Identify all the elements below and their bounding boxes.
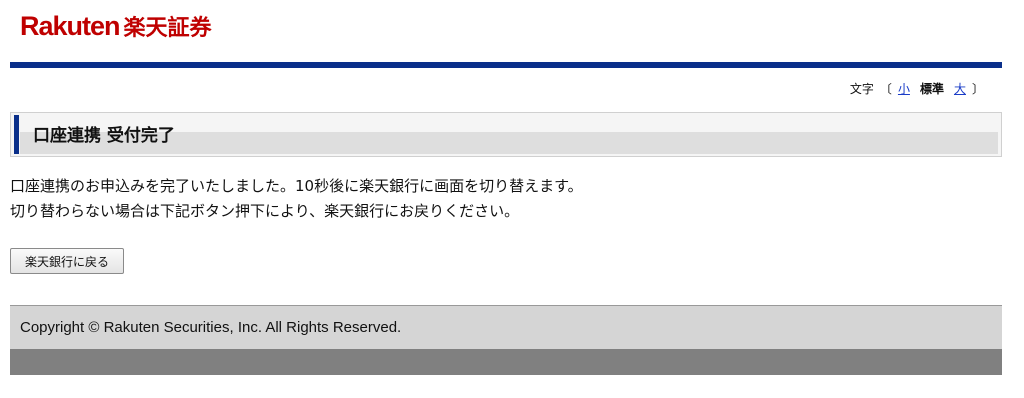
header: Rakuten 楽天証券 bbox=[20, 10, 212, 50]
page-title: 口座連携 受付完了 bbox=[33, 126, 175, 146]
page-heading-box: 口座連携 受付完了 bbox=[10, 112, 1002, 157]
font-size-selector: 文字 〔 小 標準 大 〕 bbox=[850, 80, 990, 97]
bracket-close: 〕 bbox=[971, 82, 984, 96]
completion-message: 口座連携のお申込みを完了いたしました。10秒後に楽天銀行に画面を切り替えます。 … bbox=[10, 174, 583, 224]
font-size-large-link[interactable]: 大 bbox=[954, 80, 966, 97]
copyright-text: Copyright © Rakuten Securities, Inc. All… bbox=[10, 306, 1002, 349]
font-size-standard: 標準 bbox=[919, 82, 944, 96]
rakuten-securities-logo[interactable]: Rakuten 楽天証券 bbox=[20, 10, 212, 42]
message-line-1: 口座連携のお申込みを完了いたしました。10秒後に楽天銀行に画面を切り替えます。 bbox=[10, 177, 583, 195]
logo-text-ja: 楽天証券 bbox=[123, 16, 212, 41]
header-divider-bar bbox=[10, 62, 1002, 68]
back-to-rakuten-bank-button[interactable]: 楽天銀行に戻る bbox=[10, 248, 124, 274]
font-size-label: 文字 bbox=[849, 82, 874, 96]
footer: Copyright © Rakuten Securities, Inc. All… bbox=[10, 305, 1002, 375]
heading-accent-bar bbox=[14, 115, 19, 154]
logo-text-en: Rakuten bbox=[20, 11, 121, 41]
footer-strip bbox=[10, 349, 1002, 375]
message-line-2: 切り替わらない場合は下記ボタン押下により、楽天銀行にお戻りください。 bbox=[10, 202, 520, 220]
font-size-small-link[interactable]: 小 bbox=[898, 80, 910, 97]
bracket-open: 〔 bbox=[879, 82, 892, 96]
